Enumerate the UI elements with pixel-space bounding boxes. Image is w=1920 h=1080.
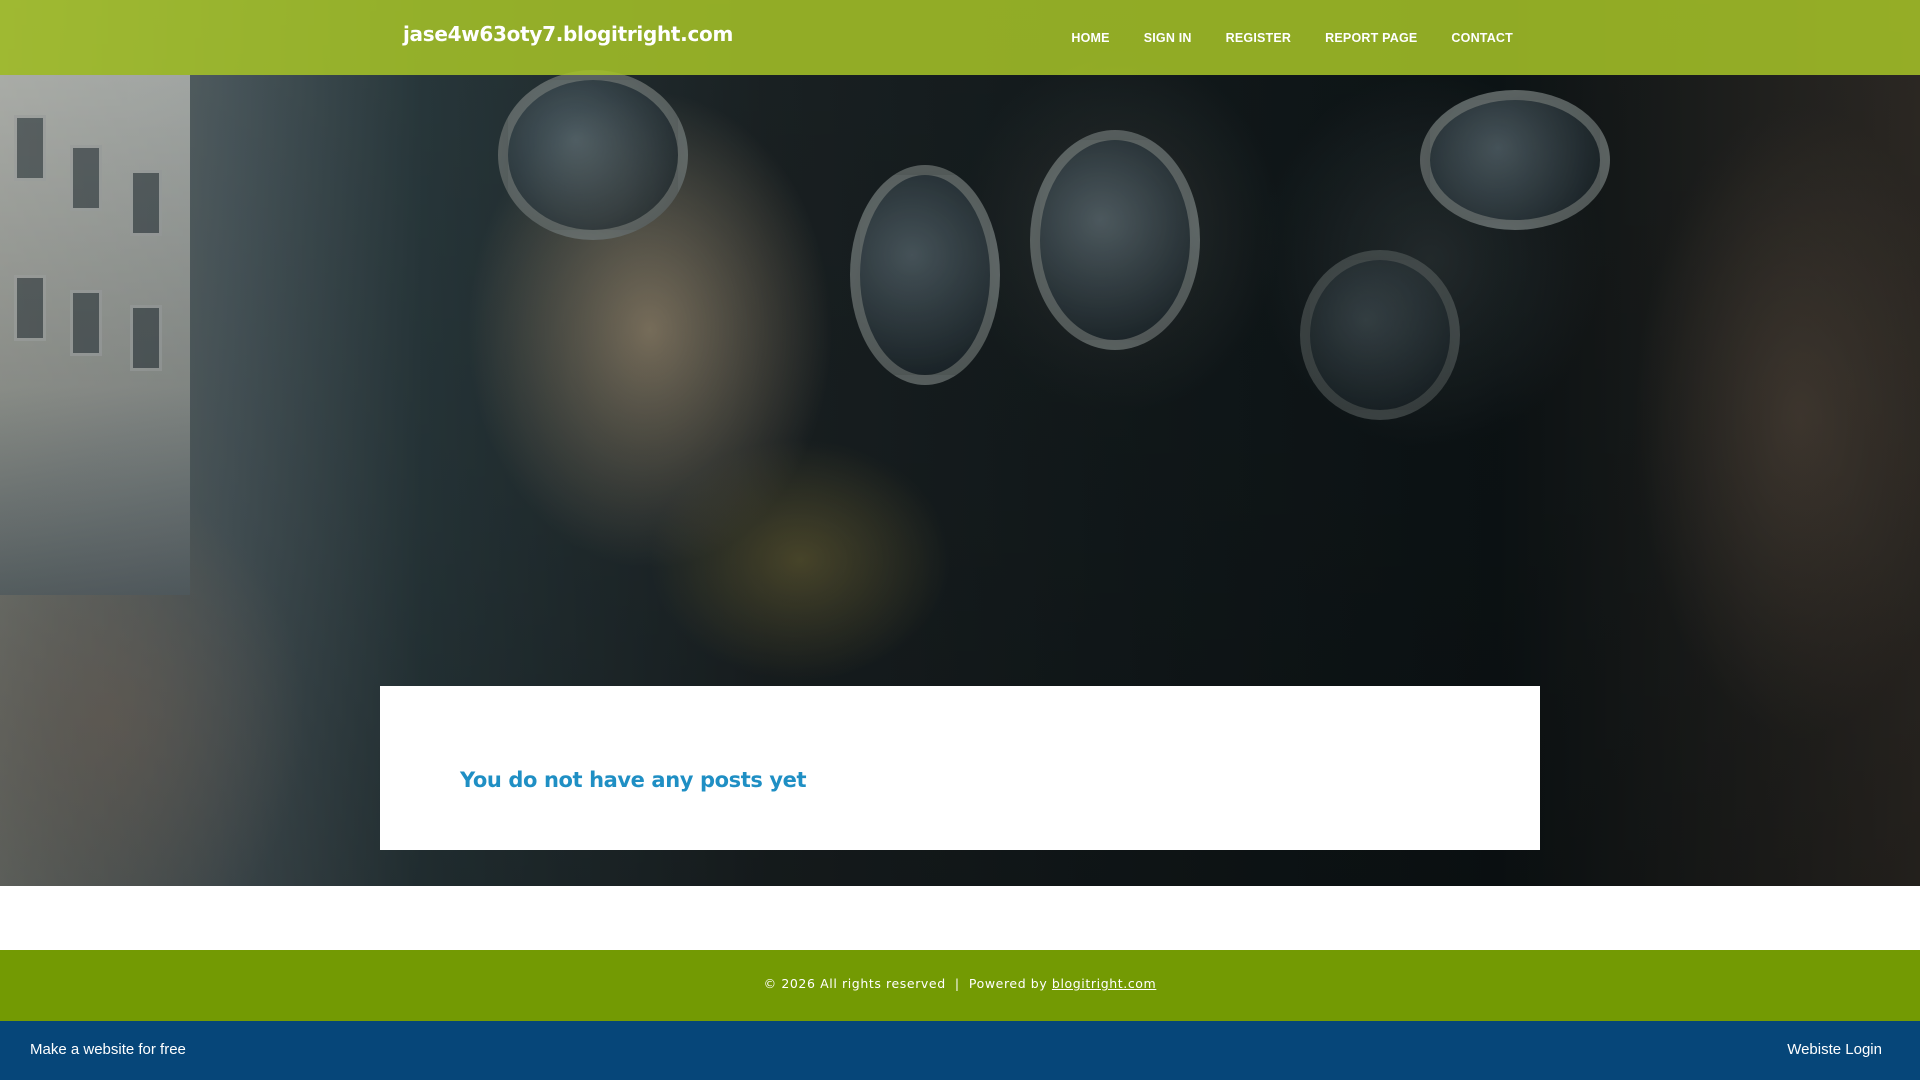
copyright-text: © 2026 All rights reserved — [763, 976, 946, 991]
powered-by-link[interactable]: blogitright.com — [1052, 976, 1156, 991]
page: jase4w63oty7.blogitright.com HOME SIGN I… — [0, 0, 1920, 1080]
nav-report-page[interactable]: REPORT PAGE — [1325, 31, 1417, 45]
nav-home[interactable]: HOME — [1071, 31, 1109, 45]
site-title-link[interactable]: jase4w63oty7.blogitright.com — [403, 22, 733, 46]
nav-contact[interactable]: CONTACT — [1451, 31, 1513, 45]
footer-separator: | — [954, 976, 960, 991]
footer-text: © 2026 All rights reserved | Powered by … — [0, 976, 1920, 991]
nav-register[interactable]: REGISTER — [1226, 31, 1292, 45]
website-login-link[interactable]: Webiste Login — [1787, 1041, 1882, 1058]
site-header: jase4w63oty7.blogitright.com HOME SIGN I… — [0, 0, 1920, 75]
empty-posts-message: You do not have any posts yet — [460, 768, 807, 792]
powered-by-text: Powered by — [968, 976, 1048, 991]
nav-sign-in[interactable]: SIGN IN — [1144, 31, 1192, 45]
main-nav: HOME SIGN IN REGISTER REPORT PAGE CONTAC… — [1071, 31, 1513, 45]
site-footer: © 2026 All rights reserved | Powered by … — [0, 950, 1920, 1021]
posts-card: You do not have any posts yet — [380, 686, 1540, 850]
promo-bar: Make a website for free Webiste Login — [0, 1021, 1920, 1080]
make-website-link[interactable]: Make a website for free — [30, 1041, 186, 1058]
